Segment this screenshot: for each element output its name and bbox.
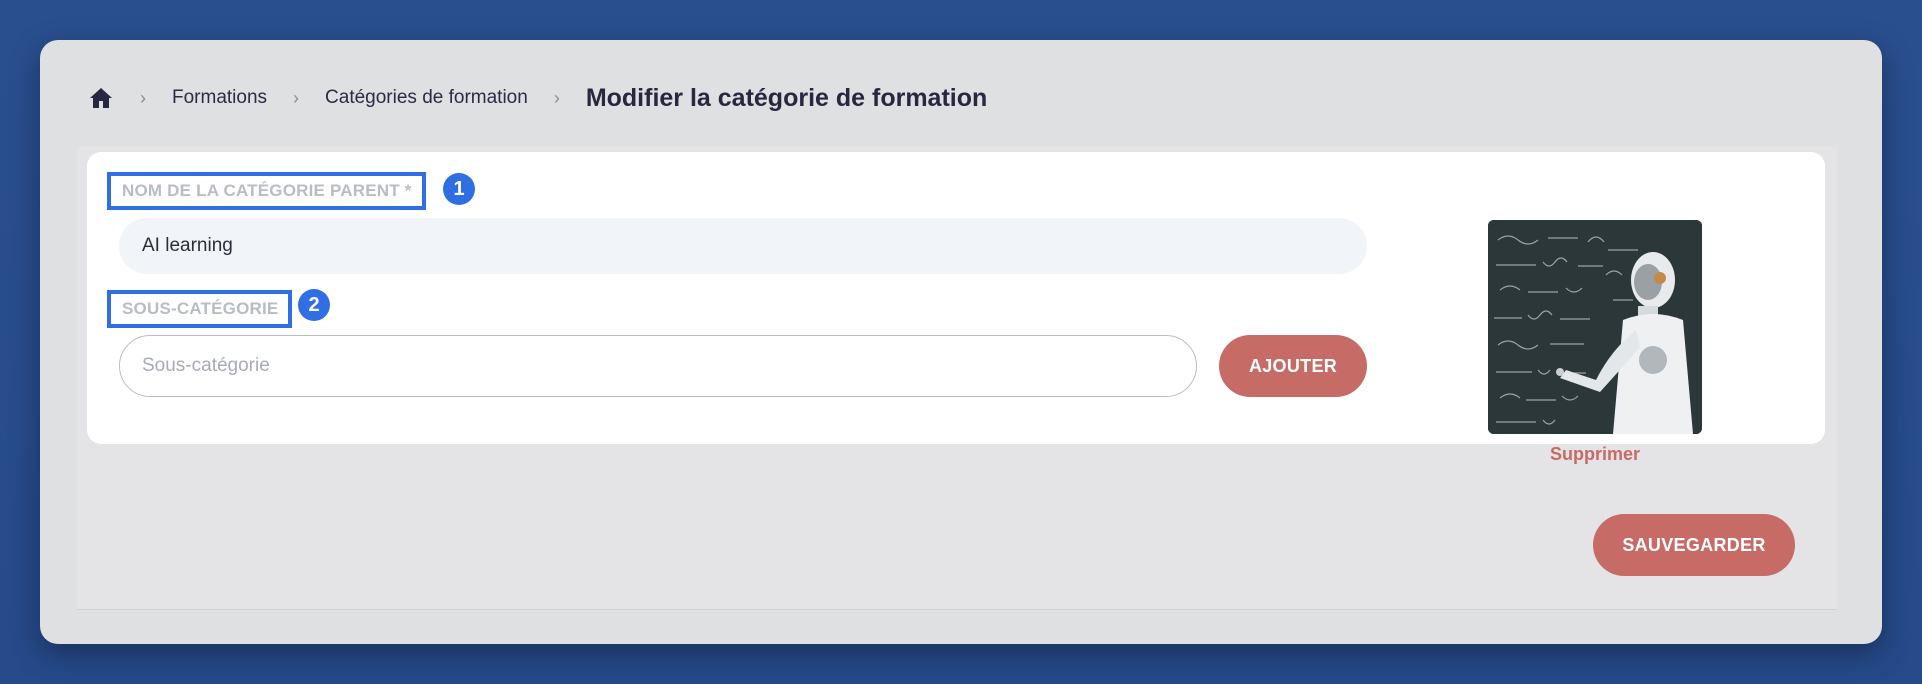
home-icon[interactable] — [88, 85, 114, 111]
chevron-right-icon: › — [293, 87, 300, 108]
save-button[interactable]: SAUVEGARDER — [1593, 514, 1795, 576]
breadcrumb-formations[interactable]: Formations — [172, 87, 267, 109]
annotation-badge-2: 2 — [298, 289, 330, 321]
add-button[interactable]: AJOUTER — [1219, 335, 1367, 397]
sub-category-input[interactable]: Sous-catégorie — [119, 335, 1197, 397]
sub-category-label: SOUS-CATÉGORIE — [107, 290, 293, 328]
delete-image-link[interactable]: Supprimer — [1488, 444, 1702, 465]
breadcrumb: › Formations › Catégories de formation ›… — [88, 80, 987, 116]
annotation-badge-1: 1 — [443, 173, 475, 205]
chevron-right-icon: › — [140, 87, 146, 108]
app-window: › Formations › Catégories de formation ›… — [40, 40, 1882, 644]
parent-category-label: NOM DE LA CATÉGORIE PARENT * — [107, 172, 426, 210]
category-card: NOM DE LA CATÉGORIE PARENT * 1 AI learni… — [87, 152, 1825, 464]
breadcrumb-categories[interactable]: Catégories de formation — [325, 87, 528, 109]
page-title: Modifier la catégorie de formation — [585, 83, 988, 112]
category-image[interactable] — [1488, 220, 1702, 434]
parent-category-input[interactable]: AI learning — [119, 218, 1367, 274]
chevron-right-icon: › — [553, 87, 560, 108]
